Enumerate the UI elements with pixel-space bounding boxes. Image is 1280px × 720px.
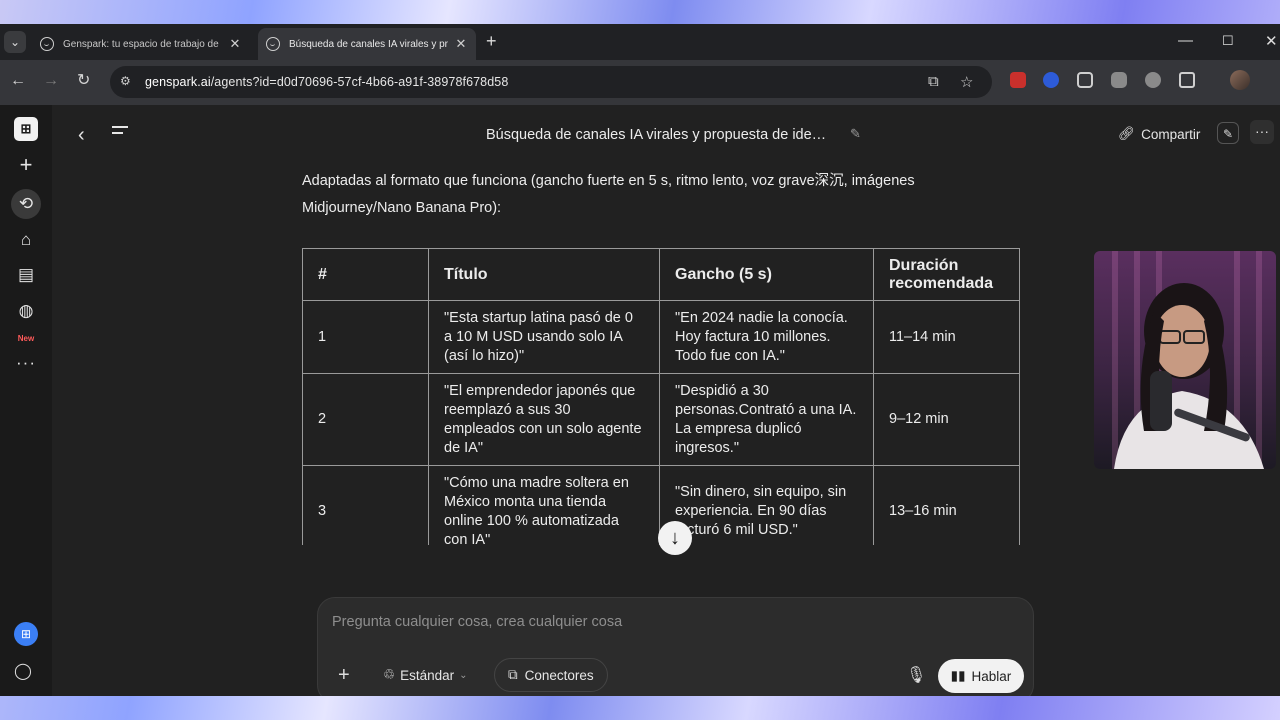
address-bar[interactable]: ⚙ genspark.ai/agents?id=d0d70696-57cf-4b… xyxy=(110,66,992,98)
table-cell: "Despidió a 30 personas.Contrató a una I… xyxy=(659,373,874,466)
app-sidebar: ⊞ + ⟲ ⌂ ▤ ◍ New ··· ⊞ ◯ xyxy=(0,105,52,696)
forward-arrow-icon[interactable]: → xyxy=(43,71,59,91)
tab-strip: ⌄ Genspark: tu espacio de trabajo de IA … xyxy=(0,24,1280,60)
extension-icon-play[interactable] xyxy=(1145,72,1161,88)
sidebar-menu-icon[interactable] xyxy=(112,126,128,138)
close-window-icon[interactable]: ✕ xyxy=(1265,32,1278,50)
table-header-row: # Título Gancho (5 s) Duración recomenda… xyxy=(302,248,1020,301)
intro-text: Adaptadas al formato que funciona (ganch… xyxy=(302,173,915,216)
new-badge: New xyxy=(17,334,35,343)
chevron-left-icon[interactable]: ‹ xyxy=(78,124,85,147)
table-cell: 11–14 min xyxy=(873,300,1020,374)
table-row: 1 "Esta startup latina pasó de 0 a 10 M … xyxy=(302,300,1020,374)
chat-composer: + ♲ Estándar ⌄ ⧉ Conectores 🎙︎ ▮▮ Hablar xyxy=(317,597,1034,696)
chevron-down-icon: ⌄ xyxy=(459,669,468,681)
link-icon: 🔗︎ xyxy=(1118,126,1136,141)
close-icon[interactable]: ✕ xyxy=(228,36,242,52)
mode-selector[interactable]: ♲ Estándar ⌄ xyxy=(383,667,468,683)
url-host: genspark.ai xyxy=(145,75,211,89)
globe-icon[interactable]: ◍ xyxy=(14,299,38,323)
table-cell: "Esta startup latina pasó de 0 a 10 M US… xyxy=(428,300,660,374)
minimize-icon[interactable]: — xyxy=(1178,32,1193,49)
connectors-button[interactable]: ⧉ Conectores xyxy=(494,658,608,692)
col-header-title: Título xyxy=(428,248,660,301)
share-button[interactable]: 🔗︎ Compartir xyxy=(1118,126,1200,142)
table-cell: 9–12 min xyxy=(873,373,1020,466)
more-icon[interactable]: ··· xyxy=(1250,120,1274,144)
more-icon[interactable]: ··· xyxy=(14,351,38,375)
back-arrow-icon[interactable]: ← xyxy=(10,71,26,91)
tab-list-icon[interactable]: ⌄ xyxy=(4,31,26,53)
scroll-down-button[interactable]: ↓ xyxy=(658,521,692,555)
agents-icon[interactable]: ⟲ xyxy=(14,192,38,216)
table-cell: 1 xyxy=(302,300,429,374)
extension-icon-blue[interactable] xyxy=(1043,72,1059,88)
star-icon[interactable]: ☆ xyxy=(960,73,973,91)
waveform-icon: ▮▮ xyxy=(950,668,966,683)
mode-label: Estándar xyxy=(400,667,455,683)
tab-active-search[interactable]: Búsqueda de canales IA virales y propues… xyxy=(258,28,476,60)
url-text[interactable]: genspark.ai/agents?id=d0d70696-57cf-4b66… xyxy=(145,75,508,89)
close-icon[interactable]: ✕ xyxy=(454,36,468,52)
extension-icon-square[interactable] xyxy=(1077,72,1093,88)
table-row: 2 "El emprendedor japonés que reemplazó … xyxy=(302,373,1020,466)
connectors-label: Conectores xyxy=(524,667,594,683)
apps-icon[interactable]: ⊞ xyxy=(14,622,38,646)
url-path: /agents?id=d0d70696-57cf-4b66-a91f-38978… xyxy=(210,75,509,89)
install-app-icon[interactable]: ⧉ xyxy=(928,73,939,90)
tab-genspark-workspace[interactable]: Genspark: tu espacio de trabajo de IA ✕ xyxy=(32,28,250,60)
speak-button[interactable]: ▮▮ Hablar xyxy=(938,659,1024,693)
reload-icon[interactable]: ↻ xyxy=(77,71,90,91)
edit-pencil-icon[interactable]: ✎ xyxy=(850,126,861,142)
prompt-input[interactable] xyxy=(330,610,894,634)
col-header-hook: Gancho (5 s) xyxy=(659,248,874,301)
share-label: Compartir xyxy=(1141,126,1201,142)
genspark-favicon xyxy=(266,37,280,51)
extension-icon-red[interactable] xyxy=(1010,72,1026,88)
new-chat-icon[interactable]: ✎ xyxy=(1217,122,1239,144)
presenter-image xyxy=(1114,283,1264,469)
page-title: Búsqueda de canales IA virales y propues… xyxy=(486,127,827,143)
profile-avatar[interactable] xyxy=(1230,70,1250,90)
user-icon[interactable]: ◯ xyxy=(14,661,32,681)
webcam-overlay xyxy=(1094,251,1276,469)
connectors-icon: ⧉ xyxy=(508,667,518,682)
col-header-number: # xyxy=(302,248,429,301)
col-header-duration: Duración recomendada xyxy=(873,248,1020,301)
folder-icon[interactable]: ▤ xyxy=(14,263,38,287)
extensions-icon[interactable] xyxy=(1179,72,1195,88)
site-info-icon[interactable]: ⚙ xyxy=(120,74,134,88)
home-icon[interactable]: ⌂ xyxy=(14,228,38,252)
table-cell: 3 xyxy=(302,465,429,545)
table-cell: "Sin dinero, sin equipo, sin experiencia… xyxy=(659,465,874,545)
tab-title: Búsqueda de canales IA virales y propues… xyxy=(289,38,448,50)
table-cell: 2 xyxy=(302,373,429,466)
new-tab-plus-icon[interactable]: + xyxy=(486,32,497,50)
browser-window: ⌄ Genspark: tu espacio de trabajo de IA … xyxy=(0,24,1280,696)
table-cell: 13–16 min xyxy=(873,465,1020,545)
tab-title: Genspark: tu espacio de trabajo de IA xyxy=(63,38,222,50)
table-cell: "En 2024 nadie la conocía. Hoy factura 1… xyxy=(659,300,874,374)
genspark-favicon xyxy=(40,37,54,51)
browser-toolbar: ← → ↻ ⚙ genspark.ai/agents?id=d0d70696-5… xyxy=(0,60,1280,105)
camera-extension-icon[interactable] xyxy=(1111,72,1127,88)
table-cell: "El emprendedor japonés que reemplazó a … xyxy=(428,373,660,466)
genspark-logo[interactable]: ⊞ xyxy=(14,117,38,141)
mode-icon: ♲ xyxy=(383,667,396,682)
attach-plus-icon[interactable]: + xyxy=(338,664,350,687)
speak-label: Hablar xyxy=(971,668,1012,684)
ideas-table: # Título Gancho (5 s) Duración recomenda… xyxy=(302,248,1022,545)
new-plus-icon[interactable]: + xyxy=(14,153,38,177)
maximize-icon[interactable]: ☐ xyxy=(1222,33,1234,49)
table-cell: "Cómo una madre soltera en México monta … xyxy=(428,465,660,545)
microphone-icon[interactable]: 🎙︎ xyxy=(906,665,926,685)
